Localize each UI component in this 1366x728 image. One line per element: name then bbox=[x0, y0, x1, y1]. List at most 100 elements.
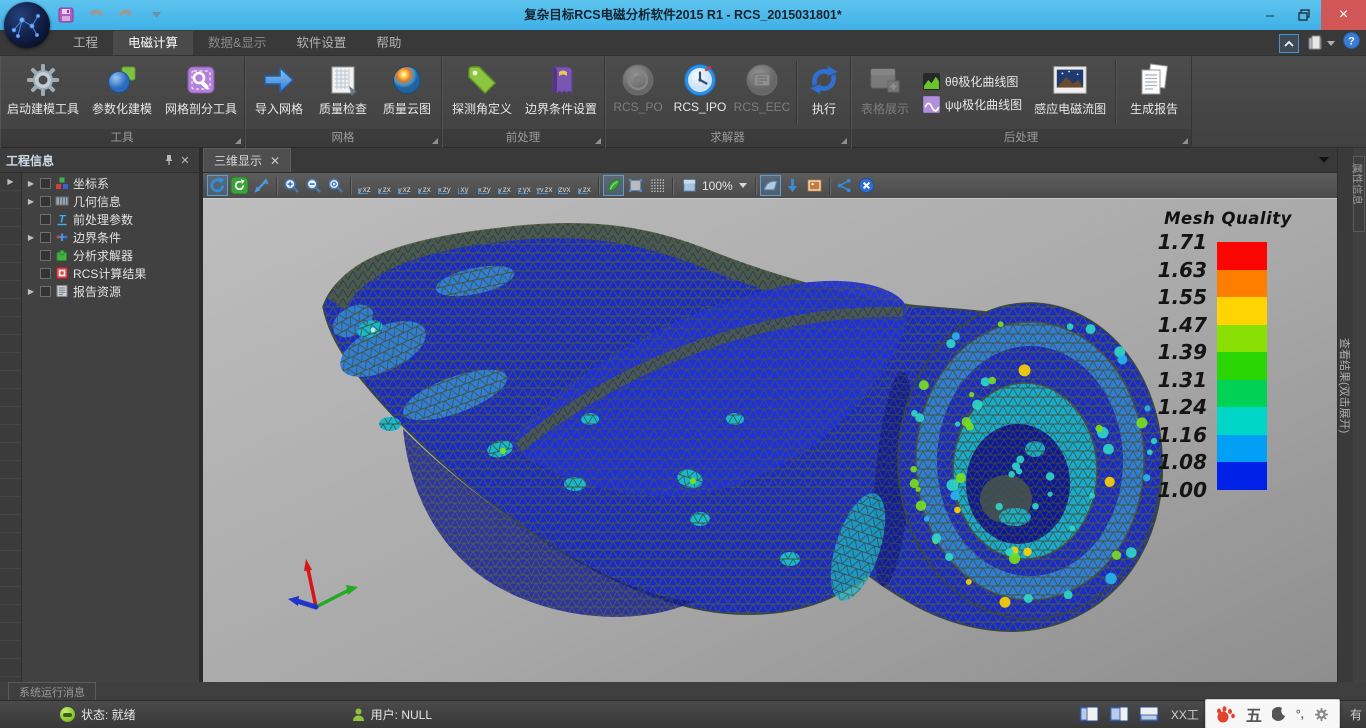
zoom-in-button[interactable] bbox=[281, 175, 302, 196]
gutter-cell bbox=[0, 641, 21, 659]
tree-checkbox[interactable] bbox=[40, 232, 51, 243]
view-orientation-button-3[interactable]: yzx bbox=[415, 175, 434, 196]
share-view-button[interactable] bbox=[834, 175, 855, 196]
dialog-launcher-icon[interactable] bbox=[235, 138, 241, 144]
close-button[interactable]: × bbox=[1321, 0, 1366, 30]
tree-item-report-res[interactable]: ▶报告资源 bbox=[22, 282, 199, 300]
view-orientation-button-4[interactable]: xzy bbox=[435, 175, 454, 196]
tree-checkbox[interactable] bbox=[40, 214, 51, 225]
tree-item-preprocess[interactable]: T前处理参数 bbox=[22, 210, 199, 228]
app-logo-icon[interactable] bbox=[4, 2, 50, 48]
boundary-condition-settings[interactable]: 边界条件设置 bbox=[520, 59, 602, 127]
tree-item-result[interactable]: RCS计算结果 bbox=[22, 264, 199, 282]
results-strip[interactable]: 查看结果(双击展开) bbox=[1337, 148, 1353, 682]
tree-item-boundary[interactable]: ▶边界条件 bbox=[22, 228, 199, 246]
viewport-3d[interactable]: Mesh Quality 1.711.631.551.471.391.311.2… bbox=[203, 199, 1337, 682]
menu-tab-2[interactable]: 数据&显示 bbox=[193, 31, 281, 55]
system-message-tab[interactable]: 系统运行消息 bbox=[8, 682, 96, 700]
view-orientation-button-1[interactable]: yzx bbox=[375, 175, 394, 196]
points-view-button[interactable] bbox=[647, 175, 668, 196]
tree-checkbox[interactable] bbox=[40, 250, 51, 261]
tree-checkbox[interactable] bbox=[40, 268, 51, 279]
dialog-launcher-icon[interactable] bbox=[595, 138, 601, 144]
layout-left-icon[interactable] bbox=[1077, 704, 1101, 724]
refresh-view-button[interactable] bbox=[229, 175, 250, 196]
launch-modeling-tool[interactable]: 启动建模工具 bbox=[2, 59, 84, 127]
rotate-view-button[interactable] bbox=[207, 175, 228, 196]
tree-item-solver[interactable]: 分析求解器 bbox=[22, 246, 199, 264]
zoom-level-select[interactable]: 100% bbox=[677, 177, 751, 194]
ime-mode-label[interactable]: 五 bbox=[1246, 702, 1262, 726]
clip-plane-button[interactable] bbox=[760, 175, 781, 196]
solver-rcs-ipo[interactable]: RCS_IPO bbox=[669, 59, 731, 127]
menu-tab-3[interactable]: 软件设置 bbox=[281, 31, 361, 55]
dialog-launcher-icon[interactable] bbox=[841, 138, 847, 144]
parametric-modeling[interactable]: 参数化建模 bbox=[84, 59, 160, 127]
tree-item-coords[interactable]: ▶坐标系 bbox=[22, 174, 199, 192]
expand-arrow-icon[interactable]: ▶ bbox=[26, 287, 36, 296]
pan-resize-button[interactable] bbox=[251, 175, 272, 196]
drop-view-button[interactable] bbox=[782, 175, 803, 196]
expand-arrow-icon[interactable]: ▶ bbox=[26, 197, 36, 206]
zoom-out-button[interactable] bbox=[303, 175, 324, 196]
generate-report[interactable]: 生成报告 bbox=[1119, 59, 1189, 127]
view-orientation-button-8[interactable]: zyx bbox=[515, 175, 534, 196]
psi-polarization-curve[interactable]: ψψ极化曲线图 bbox=[923, 96, 1022, 113]
view-orientation-button-6[interactable]: xzy bbox=[475, 175, 494, 196]
restore-button[interactable] bbox=[1287, 0, 1321, 30]
view-orientation-button-7[interactable]: yzx bbox=[495, 175, 514, 196]
expand-arrow-icon[interactable]: ▶ bbox=[26, 233, 36, 242]
tree-checkbox[interactable] bbox=[40, 178, 51, 189]
view-orientation-button-2[interactable]: yxz bbox=[395, 175, 414, 196]
ime-punctuation-icon[interactable]: °, bbox=[1296, 707, 1304, 721]
tree-checkbox[interactable] bbox=[40, 286, 51, 297]
view-orientation-button-10[interactable]: zvx bbox=[555, 175, 574, 196]
menu-tab-0[interactable]: 工程 bbox=[58, 31, 113, 55]
tab-property-info[interactable]: 属性信息 bbox=[1353, 156, 1365, 232]
view-orientation-button-5[interactable]: xy bbox=[455, 175, 474, 196]
tree-checkbox[interactable] bbox=[40, 196, 51, 207]
help-icon[interactable]: ? bbox=[1343, 32, 1360, 54]
tree-item-geometry[interactable]: ▶几何信息 bbox=[22, 192, 199, 210]
theta-polarization-curve[interactable]: θθ极化曲线图 bbox=[923, 73, 1022, 90]
ime-settings-icon[interactable] bbox=[1314, 707, 1329, 722]
collapse-ribbon-button[interactable] bbox=[1279, 34, 1299, 53]
minimize-button[interactable]: – bbox=[1253, 0, 1287, 30]
legend-color-block bbox=[1217, 462, 1267, 490]
zoom-fit-button[interactable] bbox=[325, 175, 346, 196]
chevron-right-icon[interactable]: ▶ bbox=[7, 177, 13, 186]
quality-check[interactable]: 质量检查 bbox=[311, 59, 375, 127]
clear-view-button[interactable] bbox=[856, 175, 877, 196]
snapshot-button[interactable] bbox=[804, 175, 825, 196]
view-orientation-button-11[interactable]: yzx bbox=[575, 175, 594, 196]
quality-contour[interactable]: 质量云图 bbox=[375, 59, 439, 127]
shaded-view-button[interactable] bbox=[603, 175, 624, 196]
import-mesh[interactable]: 导入网格 bbox=[247, 59, 311, 127]
pin-icon[interactable] bbox=[161, 152, 177, 168]
toolbar-separator bbox=[598, 177, 599, 195]
view-orientation-button-9[interactable]: yvzx bbox=[535, 175, 554, 196]
status-bar-right: XX工 五 °, 有 bbox=[1077, 700, 1366, 728]
ime-moon-icon[interactable] bbox=[1272, 707, 1286, 721]
panel-close-icon[interactable]: ✕ bbox=[177, 152, 193, 168]
ime-logo-icon[interactable] bbox=[1216, 705, 1236, 723]
induced-current-map[interactable]: 感应电磁流图 bbox=[1028, 59, 1112, 127]
meshing-tool[interactable]: 网格剖分工具 bbox=[160, 59, 242, 127]
wireframe-view-button[interactable] bbox=[625, 175, 646, 196]
tab-3d-display[interactable]: 三维显示 ✕ bbox=[203, 148, 291, 172]
view-orientation-button-0[interactable]: yxz bbox=[355, 175, 374, 196]
gutter-cell bbox=[0, 497, 21, 515]
probe-angle-define[interactable]: 探测角定义 bbox=[444, 59, 520, 127]
layout-bottom-icon[interactable] bbox=[1137, 704, 1161, 724]
print-preview-icon[interactable] bbox=[1307, 35, 1335, 52]
tab-list-dropdown-icon[interactable] bbox=[1319, 157, 1329, 163]
menu-tab-1[interactable]: 电磁计算 bbox=[113, 31, 193, 55]
layout-left-wide-icon[interactable] bbox=[1107, 704, 1131, 724]
menu-tab-4[interactable]: 帮助 bbox=[361, 31, 416, 55]
expand-arrow-icon[interactable]: ▶ bbox=[26, 179, 36, 188]
application-window: 复杂目标RCS电磁分析软件2015 R1 - RCS_2015031801* –… bbox=[0, 0, 1366, 728]
dialog-launcher-icon[interactable] bbox=[432, 138, 438, 144]
dialog-launcher-icon[interactable] bbox=[1182, 138, 1188, 144]
tab-close-icon[interactable]: ✕ bbox=[270, 154, 280, 168]
execute-button[interactable]: 执行 bbox=[800, 59, 848, 127]
